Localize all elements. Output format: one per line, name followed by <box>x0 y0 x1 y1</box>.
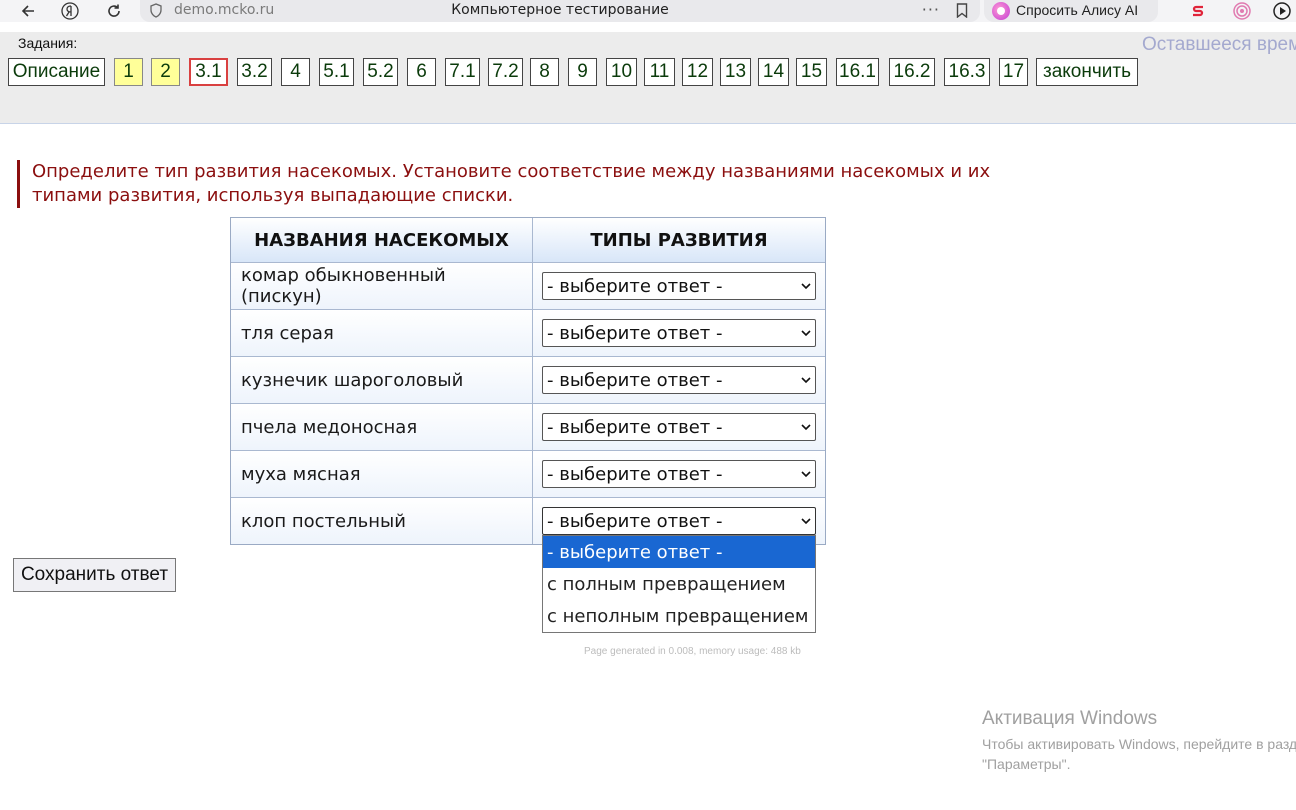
chevron-down-icon <box>801 424 811 431</box>
development-type-select[interactable]: - выберите ответ - <box>542 413 816 441</box>
task-button-4[interactable]: 4 <box>281 58 310 86</box>
ask-alice-button[interactable]: Спросить Алису AI <box>984 0 1158 22</box>
alice-label: Спросить Алису AI <box>1016 2 1139 18</box>
windows-activation-text: Чтобы активировать Windows, перейдите в … <box>982 736 1296 772</box>
insect-name: кузнечик шароголовый <box>231 357 533 403</box>
extension-s-icon[interactable] <box>1188 1 1208 21</box>
task-button-9[interactable]: 9 <box>568 58 597 86</box>
task-button-17[interactable]: 17 <box>999 58 1028 86</box>
task-button-16-2[interactable]: 16.2 <box>889 58 935 86</box>
time-left-label: Оставшееся врем <box>1142 34 1296 55</box>
table-row: кузнечик шароголовый - выберите ответ - <box>231 356 825 403</box>
column-header-insects: НАЗВАНИЯ НАСЕКОМЫХ <box>231 218 533 262</box>
column-header-types: ТИПЫ РАЗВИТИЯ <box>590 229 768 251</box>
table-row: муха мясная - выберите ответ - <box>231 450 825 497</box>
task-button-2[interactable]: 2 <box>151 58 180 86</box>
task-button-7-2[interactable]: 7.2 <box>488 58 523 86</box>
extension-spiral-icon[interactable] <box>1232 1 1252 21</box>
task-button-13[interactable]: 13 <box>720 58 751 86</box>
task-button-3-1[interactable]: 3.1 <box>189 58 228 86</box>
insect-name: пчела медоносная <box>231 404 533 450</box>
task-button-7-1[interactable]: 7.1 <box>445 58 480 86</box>
chevron-down-icon <box>801 330 811 337</box>
task-button-10[interactable]: 10 <box>606 58 637 86</box>
development-type-select[interactable]: - выберите ответ - <box>542 460 816 488</box>
task-button-description[interactable]: Описание <box>8 58 105 86</box>
tasks-label: Задания: <box>18 35 78 51</box>
chevron-down-icon <box>801 471 811 478</box>
development-type-select[interactable]: - выберите ответ - <box>542 319 816 347</box>
task-button-8[interactable]: 8 <box>530 58 559 86</box>
table-row: пчела медоносная - выберите ответ - <box>231 403 825 450</box>
reload-icon[interactable] <box>100 0 128 22</box>
finish-button[interactable]: закончить <box>1036 58 1138 86</box>
media-play-icon[interactable] <box>1272 1 1292 21</box>
task-button-3-2[interactable]: 3.2 <box>237 58 272 86</box>
more-icon[interactable]: ··· <box>922 0 940 19</box>
task-button-5-1[interactable]: 5.1 <box>319 58 354 86</box>
address-bar[interactable]: demo.mcko.ru Компьютерное тестирование ·… <box>140 0 980 22</box>
development-type-select-open[interactable]: - выберите ответ - <box>542 507 816 535</box>
bookmark-icon[interactable] <box>956 3 968 18</box>
page-title: Компьютерное тестирование <box>451 2 669 18</box>
dropdown-options-list: - выберите ответ - с полным превращением… <box>542 535 816 633</box>
back-arrow-icon[interactable] <box>14 0 42 22</box>
chevron-down-icon <box>801 283 811 290</box>
yandex-logo-icon[interactable] <box>56 0 84 22</box>
development-type-select[interactable]: - выберите ответ - <box>542 366 816 394</box>
insect-name: муха мясная <box>231 451 533 497</box>
insect-name: комар обыкновенный (пискун) <box>231 263 533 309</box>
task-button-1[interactable]: 1 <box>114 58 143 86</box>
development-type-select[interactable]: - выберите ответ - <box>542 272 816 300</box>
alice-icon <box>992 2 1010 20</box>
task-button-14[interactable]: 14 <box>758 58 789 86</box>
matching-table: НАЗВАНИЯ НАСЕКОМЫХ ТИПЫ РАЗВИТИЯ комар о… <box>230 217 826 545</box>
task-button-16-1[interactable]: 16.1 <box>836 58 879 86</box>
chevron-down-icon <box>801 377 811 384</box>
task-button-15[interactable]: 15 <box>796 58 827 86</box>
dropdown-option-placeholder[interactable]: - выберите ответ - <box>543 536 815 568</box>
task-button-12[interactable]: 12 <box>682 58 713 86</box>
insect-name: клоп постельный <box>231 498 533 544</box>
task-button-5-2[interactable]: 5.2 <box>363 58 398 86</box>
insect-name: тля серая <box>231 310 533 356</box>
table-row: тля серая - выберите ответ - <box>231 309 825 356</box>
page-generated-note: Page generated in 0.008, memory usage: 4… <box>584 646 801 657</box>
dropdown-option-incomplete[interactable]: с неполным превращением <box>543 600 815 632</box>
task-button-16-3[interactable]: 16.3 <box>944 58 990 86</box>
question-text: Определите тип развития насекомых. Устан… <box>17 160 1047 208</box>
chevron-down-icon <box>801 518 811 525</box>
windows-activation-title: Активация Windows <box>982 708 1158 729</box>
table-header: НАЗВАНИЯ НАСЕКОМЫХ ТИПЫ РАЗВИТИЯ <box>231 218 825 262</box>
browser-toolbar: demo.mcko.ru Компьютерное тестирование ·… <box>0 0 1296 22</box>
task-button-6[interactable]: 6 <box>407 58 436 86</box>
dropdown-option-complete[interactable]: с полным превращением <box>543 568 815 600</box>
task-button-11[interactable]: 11 <box>644 58 675 86</box>
save-answer-button[interactable]: Сохранить ответ <box>13 558 176 592</box>
table-row: комар обыкновенный (пискун) - выберите о… <box>231 262 825 309</box>
